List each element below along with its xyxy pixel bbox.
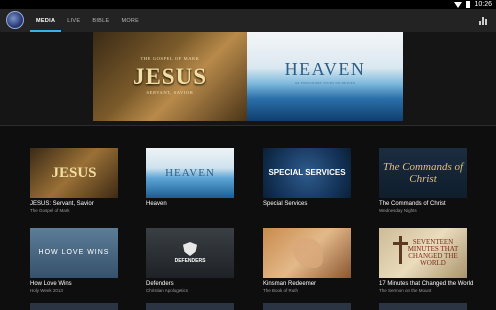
card-thumb-text: JESUS [51, 164, 97, 181]
media-card[interactable]: JESUS JESUS: Servant, Savior The Gospel … [30, 148, 118, 213]
card-thumb-text: HOW LOVE WINS [38, 249, 110, 256]
card-thumbnail: SPECIAL SERVICES [263, 148, 351, 198]
card-thumbnail: The Commands of Christ [379, 148, 467, 198]
media-card[interactable]: The Commands of Christ The Commands of C… [379, 148, 467, 213]
card-partial[interactable] [263, 303, 351, 310]
card-thumbnail: SEVENTEEN MINUTES THAT CHANGED THE WORLD [379, 228, 467, 278]
status-icons: 10:26 [454, 0, 492, 9]
card-partial[interactable] [30, 303, 118, 310]
media-card[interactable]: Kinsman Redeemer The Book of Ruth [263, 228, 351, 293]
hero-carousel: THE GOSPEL OF MARK JESUS SERVANT, SAVIOR… [0, 32, 496, 125]
card-subtitle: The Gospel of Mark [30, 208, 70, 213]
media-card[interactable]: HOW LOVE WINS How Love Wins Holy Week 20… [30, 228, 118, 293]
menu-bar-1 [479, 21, 481, 25]
tab-live[interactable]: LIVE [61, 9, 86, 32]
battery-icon [466, 1, 471, 8]
menu-bar-2 [482, 17, 484, 25]
tab-bar: MEDIA LIVE BIBLE MORE [30, 9, 145, 32]
status-time: 10:26 [474, 1, 492, 8]
status-bar: 10:26 [0, 0, 496, 9]
card-thumbnail: HEAVEN [146, 148, 234, 198]
hero-banner-jesus[interactable]: THE GOSPEL OF MARK JESUS SERVANT, SAVIOR [93, 32, 247, 121]
card-title: How Love Wins [30, 281, 72, 287]
media-grid: JESUS JESUS: Servant, Savior The Gospel … [0, 126, 496, 310]
hero-heaven-title: HEAVEN [284, 59, 366, 79]
card-title: Special Services [263, 201, 308, 207]
hero-banner-heaven[interactable]: HEAVEN AN EXPOSITORY STUDY ON HEAVEN [247, 32, 403, 121]
hero-heaven-sub: AN EXPOSITORY STUDY ON HEAVEN [294, 81, 356, 85]
card-subtitle: The Sermon on the Mount [379, 288, 432, 293]
card-title: JESUS: Servant, Savior [30, 201, 94, 207]
chart-menu-icon[interactable] [479, 16, 488, 25]
card-thumbnail: DEFENDERS [146, 228, 234, 278]
media-card[interactable]: HEAVEN Heaven [146, 148, 234, 208]
card-thumb-label: DEFENDERS [174, 258, 206, 264]
card-title: 17 Minutes that Changed the World [379, 281, 474, 287]
card-subtitle: Wednesday Nights [379, 208, 417, 213]
tab-bible[interactable]: BIBLE [86, 9, 115, 32]
media-card[interactable]: SEVENTEEN MINUTES THAT CHANGED THE WORLD… [379, 228, 474, 293]
shield-icon [183, 242, 197, 256]
card-thumb-text: SPECIAL SERVICES [268, 168, 346, 177]
card-title: Heaven [146, 201, 167, 207]
card-subtitle: Holy Week 2013 [30, 288, 63, 293]
menu-bar-3 [485, 19, 487, 25]
card-title: The Commands of Christ [379, 201, 446, 207]
card-partial[interactable] [379, 303, 467, 310]
hero-jesus-title: JESUS [132, 64, 208, 89]
tab-media[interactable]: MEDIA [30, 9, 62, 32]
hero-jesus-sub: SERVANT, SAVIOR [146, 90, 194, 95]
card-thumb-text: HEAVEN [165, 167, 215, 179]
hero-jesus-pre: THE GOSPEL OF MARK [140, 56, 200, 61]
card-partial[interactable] [146, 303, 234, 310]
card-thumb-text: The Commands of Christ [382, 161, 464, 185]
card-title: Kinsman Redeemer [263, 281, 317, 287]
app-logo-icon[interactable] [6, 11, 24, 29]
card-thumb-text: DEFENDERS [146, 228, 234, 278]
app-bar: MEDIA LIVE BIBLE MORE [0, 9, 496, 32]
card-thumbnail: JESUS [30, 148, 118, 198]
card-subtitle: Christian Apologetics [146, 288, 189, 293]
tab-more[interactable]: MORE [115, 9, 145, 32]
card-thumbnail [263, 228, 351, 278]
wifi-icon [454, 1, 463, 8]
hand-image [293, 238, 323, 268]
media-card[interactable]: DEFENDERS Defenders Christian Apologetic… [146, 228, 234, 293]
media-card[interactable]: SPECIAL SERVICES Special Services [263, 148, 351, 208]
card-thumb-text: SEVENTEEN MINUTES THAT CHANGED THE WORLD [407, 238, 459, 267]
card-thumbnail: HOW LOVE WINS [30, 228, 118, 278]
card-subtitle: The Book of Ruth [263, 288, 299, 293]
card-title: Defenders [146, 281, 174, 287]
